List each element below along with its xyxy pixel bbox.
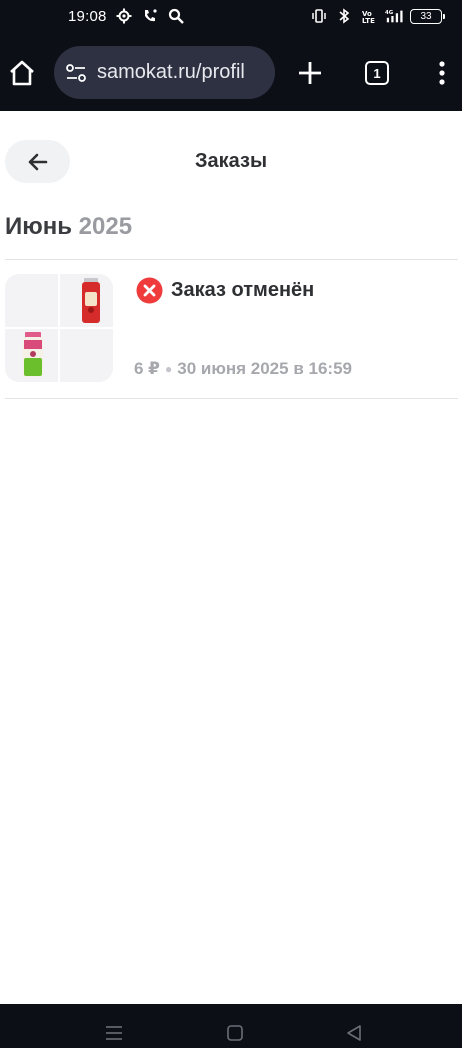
product-image-juice-green (23, 332, 43, 377)
thumb-divider-horizontal (5, 327, 113, 329)
bluetooth-icon (335, 7, 353, 25)
page-title: Заказы (194, 150, 268, 172)
meta-separator-dot: ● (165, 362, 173, 376)
cancelled-x-icon (136, 277, 163, 304)
signal-icon: 4G (385, 7, 403, 25)
site-settings-icon[interactable] (65, 62, 87, 84)
order-products-thumbnail (5, 274, 113, 382)
screen: 19:08 Vo LTE 4G 33 samokat.ru/profil 1 З… (0, 0, 462, 1048)
product-image-juice-red (82, 278, 100, 323)
order-status-row: Заказ отменён (136, 277, 314, 304)
svg-text:LTE: LTE (362, 17, 375, 24)
status-bar: 19:08 Vo LTE 4G 33 (0, 0, 462, 34)
volte-icon: Vo LTE (360, 7, 378, 25)
home-icon[interactable] (8, 59, 36, 87)
month-year: 2025 (78, 213, 133, 240)
status-right: Vo LTE 4G 33 (310, 7, 445, 25)
order-card[interactable]: Заказ отменён 6 ₽ ● 30 июня 2025 в 16:59 (0, 261, 462, 398)
system-nav-bar (0, 1004, 462, 1048)
vibrate-icon (310, 7, 328, 25)
browser-toolbar: samokat.ru/profil 1 (0, 34, 462, 111)
home-square-icon[interactable] (226, 1024, 244, 1042)
address-bar[interactable]: samokat.ru/profil (54, 46, 275, 99)
url-text[interactable]: samokat.ru/profil (97, 61, 245, 84)
battery-indicator: 33 (410, 8, 445, 24)
month-name: Июнь (5, 213, 72, 240)
recent-apps-icon[interactable] (104, 1024, 124, 1042)
tabs-button[interactable]: 1 (365, 61, 389, 85)
order-date: 30 июня 2025 в 16:59 (177, 359, 352, 378)
month-heading: Июнь 2025 (5, 213, 132, 241)
order-status-text: Заказ отменён (171, 279, 315, 301)
call-icon (141, 7, 159, 25)
new-tab-plus-icon[interactable] (296, 59, 324, 87)
status-time: 19:08 (68, 7, 107, 25)
settings-gear-icon (115, 7, 133, 25)
divider (5, 259, 458, 260)
status-left: 19:08 (68, 7, 185, 25)
divider (5, 398, 458, 399)
order-meta: 6 ₽ ● 30 июня 2025 в 16:59 (134, 359, 352, 379)
more-vert-icon[interactable] (430, 59, 454, 87)
order-price: 6 ₽ (134, 359, 161, 378)
search-icon (167, 7, 185, 25)
network-type-label: 4G (385, 10, 394, 16)
back-triangle-icon[interactable] (344, 1023, 364, 1043)
